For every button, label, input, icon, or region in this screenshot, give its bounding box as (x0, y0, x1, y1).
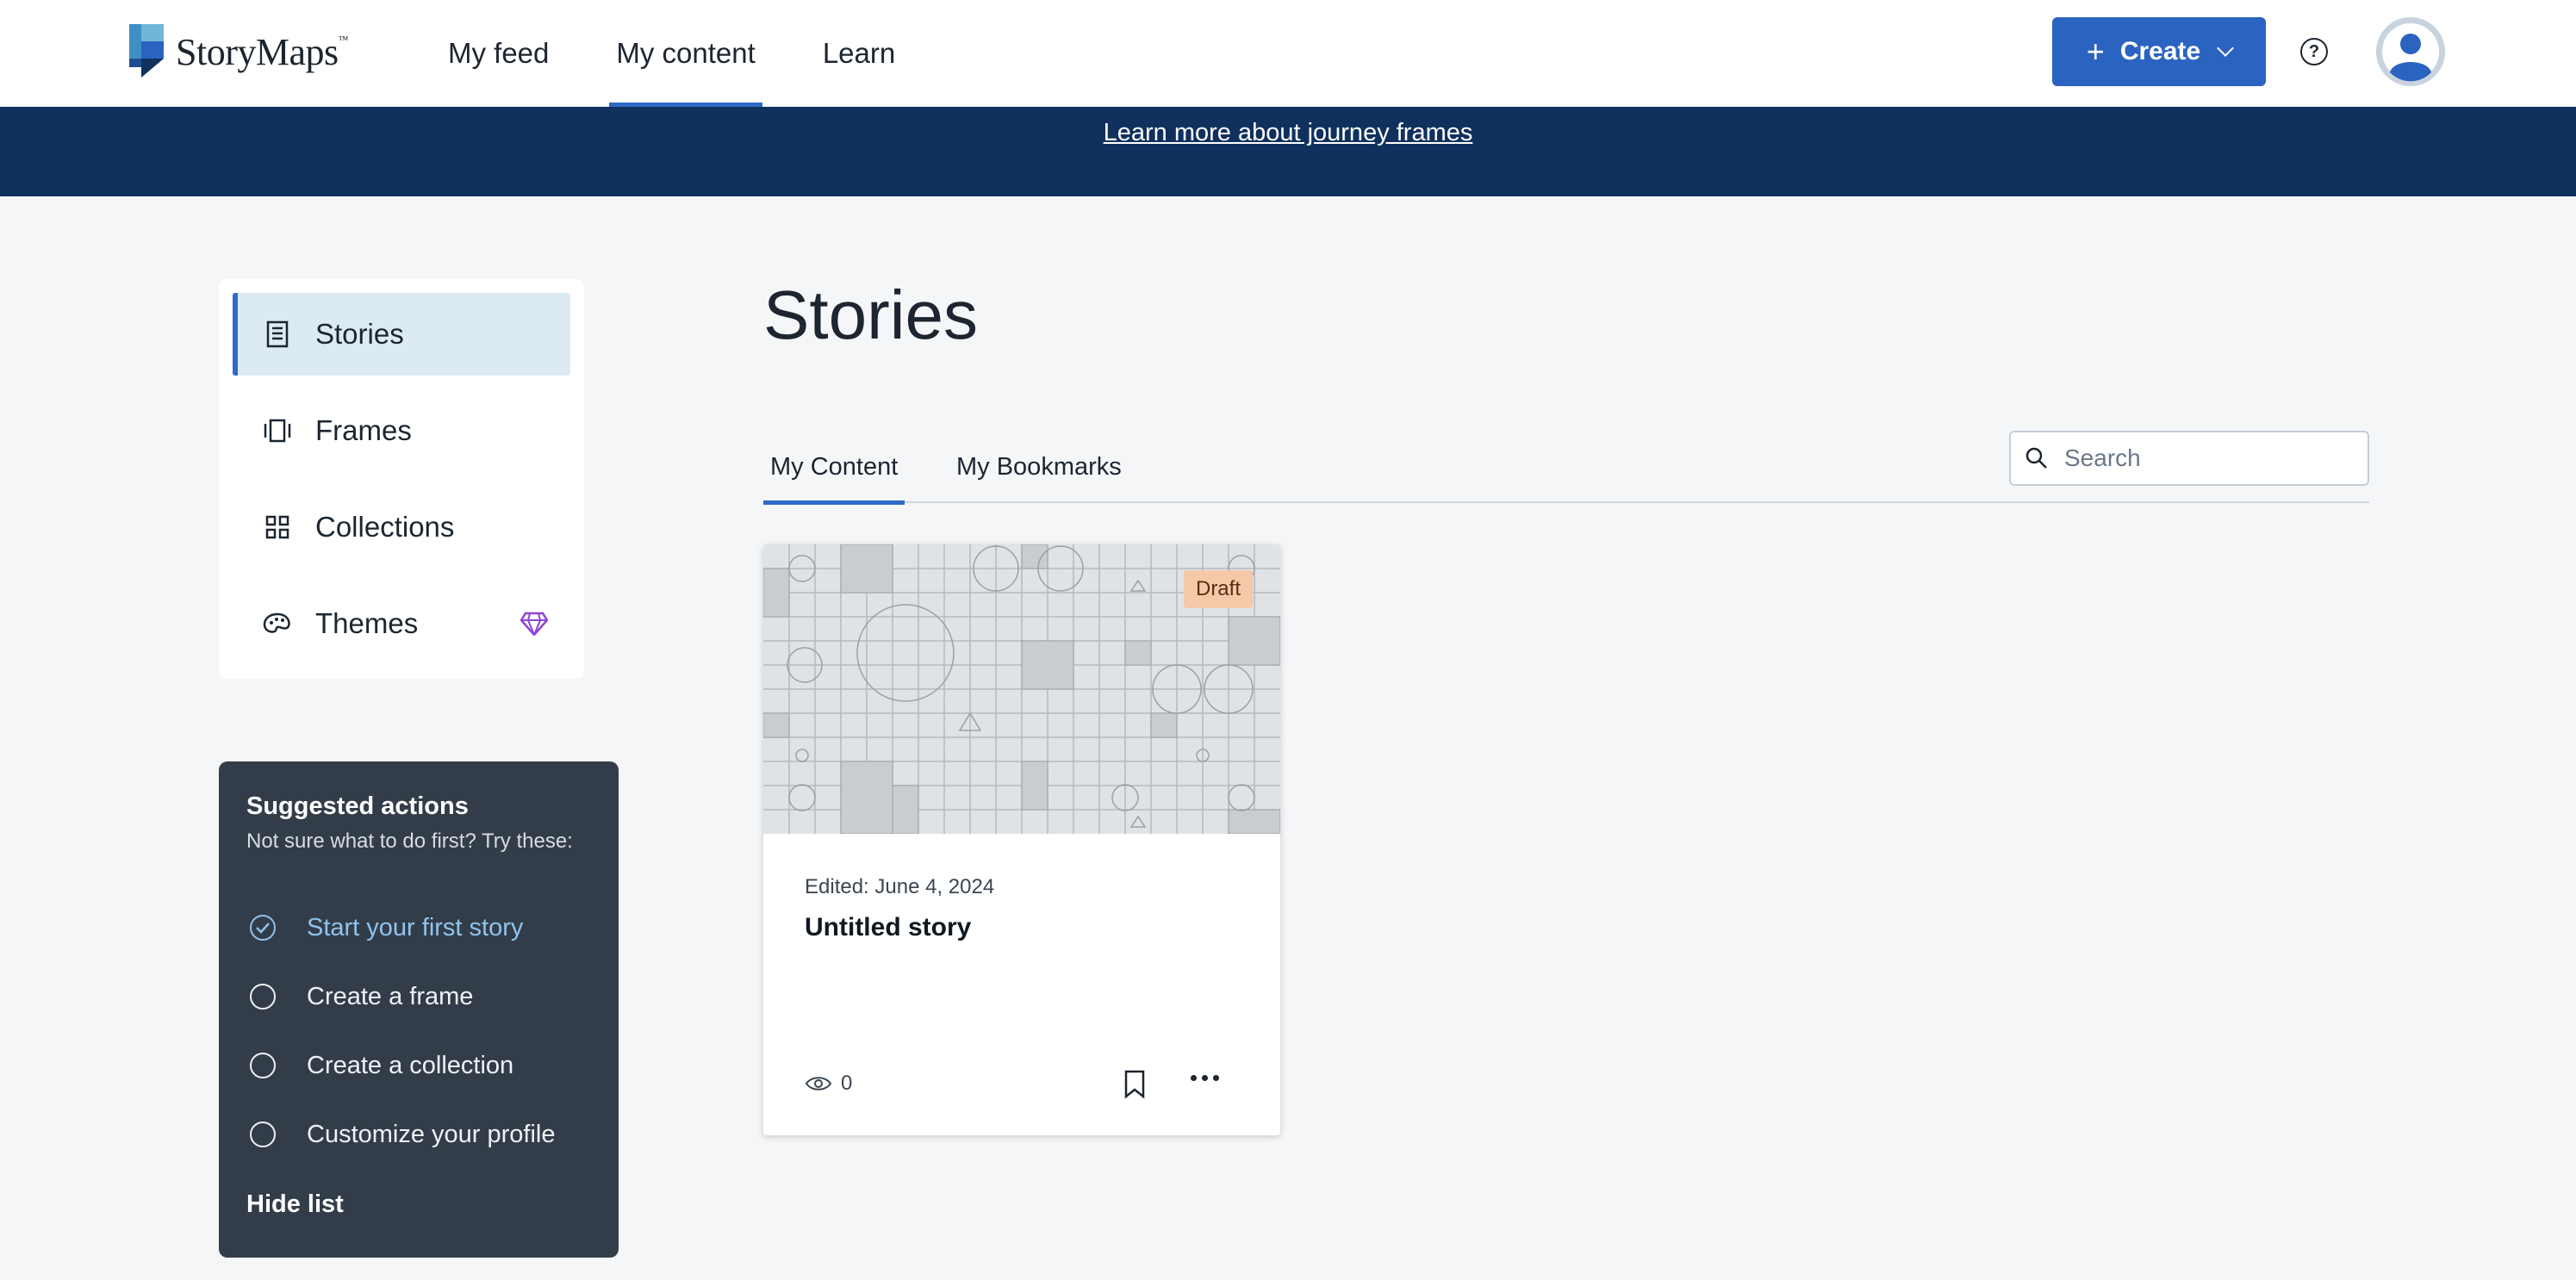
suggested-action-label: Create a frame (307, 982, 474, 1010)
story-views: 0 (805, 1072, 852, 1096)
story-icon (262, 319, 293, 350)
announcement-banner: Learn more about journey frames (0, 107, 2576, 196)
storymaps-logo-icon (129, 24, 164, 78)
nav-my-content[interactable]: My content (609, 0, 763, 107)
palette-icon (262, 608, 293, 639)
sidebar-item-collections[interactable]: Collections (233, 486, 570, 569)
sidebar-item-label: Collections (315, 511, 455, 543)
suggested-action-label: Customize your profile (307, 1120, 556, 1148)
tab-my-bookmarks[interactable]: My Bookmarks (949, 431, 1129, 503)
empty-circle-icon (250, 1122, 276, 1147)
story-title[interactable]: Untitled story (805, 913, 971, 942)
dot (1191, 1075, 1197, 1081)
eye-icon (805, 1077, 832, 1090)
user-avatar[interactable] (2376, 17, 2445, 86)
help-icon[interactable]: ? (2300, 38, 2328, 65)
suggested-action-label: Start your first story (307, 913, 524, 941)
premium-gem-icon (520, 612, 548, 636)
dot (1213, 1075, 1219, 1081)
suggested-actions-title: Suggested actions (246, 792, 469, 820)
empty-circle-icon (250, 1053, 276, 1078)
journey-frames-link[interactable]: Learn more about journey frames (0, 119, 2576, 147)
chevron-down-icon (2217, 40, 2235, 57)
nav-learn[interactable]: Learn (816, 0, 902, 107)
check-circle-icon (250, 915, 276, 941)
story-thumbnail: Draft (763, 544, 1280, 835)
collections-grid-icon (262, 512, 293, 543)
draft-badge: Draft (1183, 570, 1253, 608)
sidebar-item-themes[interactable]: Themes (233, 582, 570, 665)
suggested-action-create-collection[interactable]: Create a collection (246, 1031, 591, 1100)
sidebar-item-label: Themes (315, 607, 419, 639)
story-edited-date: Edited: June 4, 2024 (805, 875, 995, 898)
sidebar-item-label: Frames (315, 414, 412, 446)
create-button[interactable]: + Create (2052, 17, 2266, 86)
create-button-label: Create (2119, 37, 2201, 65)
suggested-action-create-frame[interactable]: Create a frame (246, 962, 591, 1031)
search-icon (2025, 447, 2047, 469)
logo-text: StoryMaps™ (176, 30, 348, 73)
views-count: 0 (841, 1072, 853, 1095)
sidebar-item-stories[interactable]: Stories (233, 293, 570, 376)
story-card[interactable]: Draft Edited: June 4, 2024 Untitled stor… (763, 544, 1280, 1135)
user-avatar-icon (2376, 17, 2445, 86)
hide-list-button[interactable]: Hide list (246, 1174, 591, 1234)
suggested-action-customize-profile[interactable]: Customize your profile (246, 1100, 591, 1169)
sidebar-item-label: Stories (315, 318, 404, 350)
sidebar-item-frames[interactable]: Frames (233, 389, 570, 472)
suggested-actions-subtitle: Not sure what to do first? Try these: (246, 830, 573, 853)
empty-circle-icon (250, 984, 276, 1010)
top-navigation-bar: StoryMaps™ My feed My content Learn + Cr… (0, 0, 2576, 107)
content-type-sidebar: Stories Frames Collections Themes (219, 279, 584, 679)
search-box (2009, 431, 2369, 486)
bookmark-icon[interactable] (1123, 1070, 1146, 1099)
nav-my-feed[interactable]: My feed (441, 0, 556, 107)
main-nav: My feed My content Learn (441, 0, 955, 107)
tab-my-content[interactable]: My Content (763, 431, 905, 505)
suggested-action-start-story[interactable]: Start your first story (246, 893, 591, 962)
plus-icon: + (2086, 34, 2105, 69)
more-options-icon[interactable] (1191, 1075, 1219, 1081)
suggested-actions-panel: Suggested actions Not sure what to do fi… (219, 761, 619, 1258)
suggested-action-label: Create a collection (307, 1051, 514, 1079)
storymaps-logo[interactable]: StoryMaps™ (129, 24, 348, 79)
search-input[interactable] (2064, 444, 2357, 472)
dot (1202, 1075, 1208, 1081)
frames-icon (262, 415, 293, 446)
page-title: Stories (763, 277, 978, 353)
